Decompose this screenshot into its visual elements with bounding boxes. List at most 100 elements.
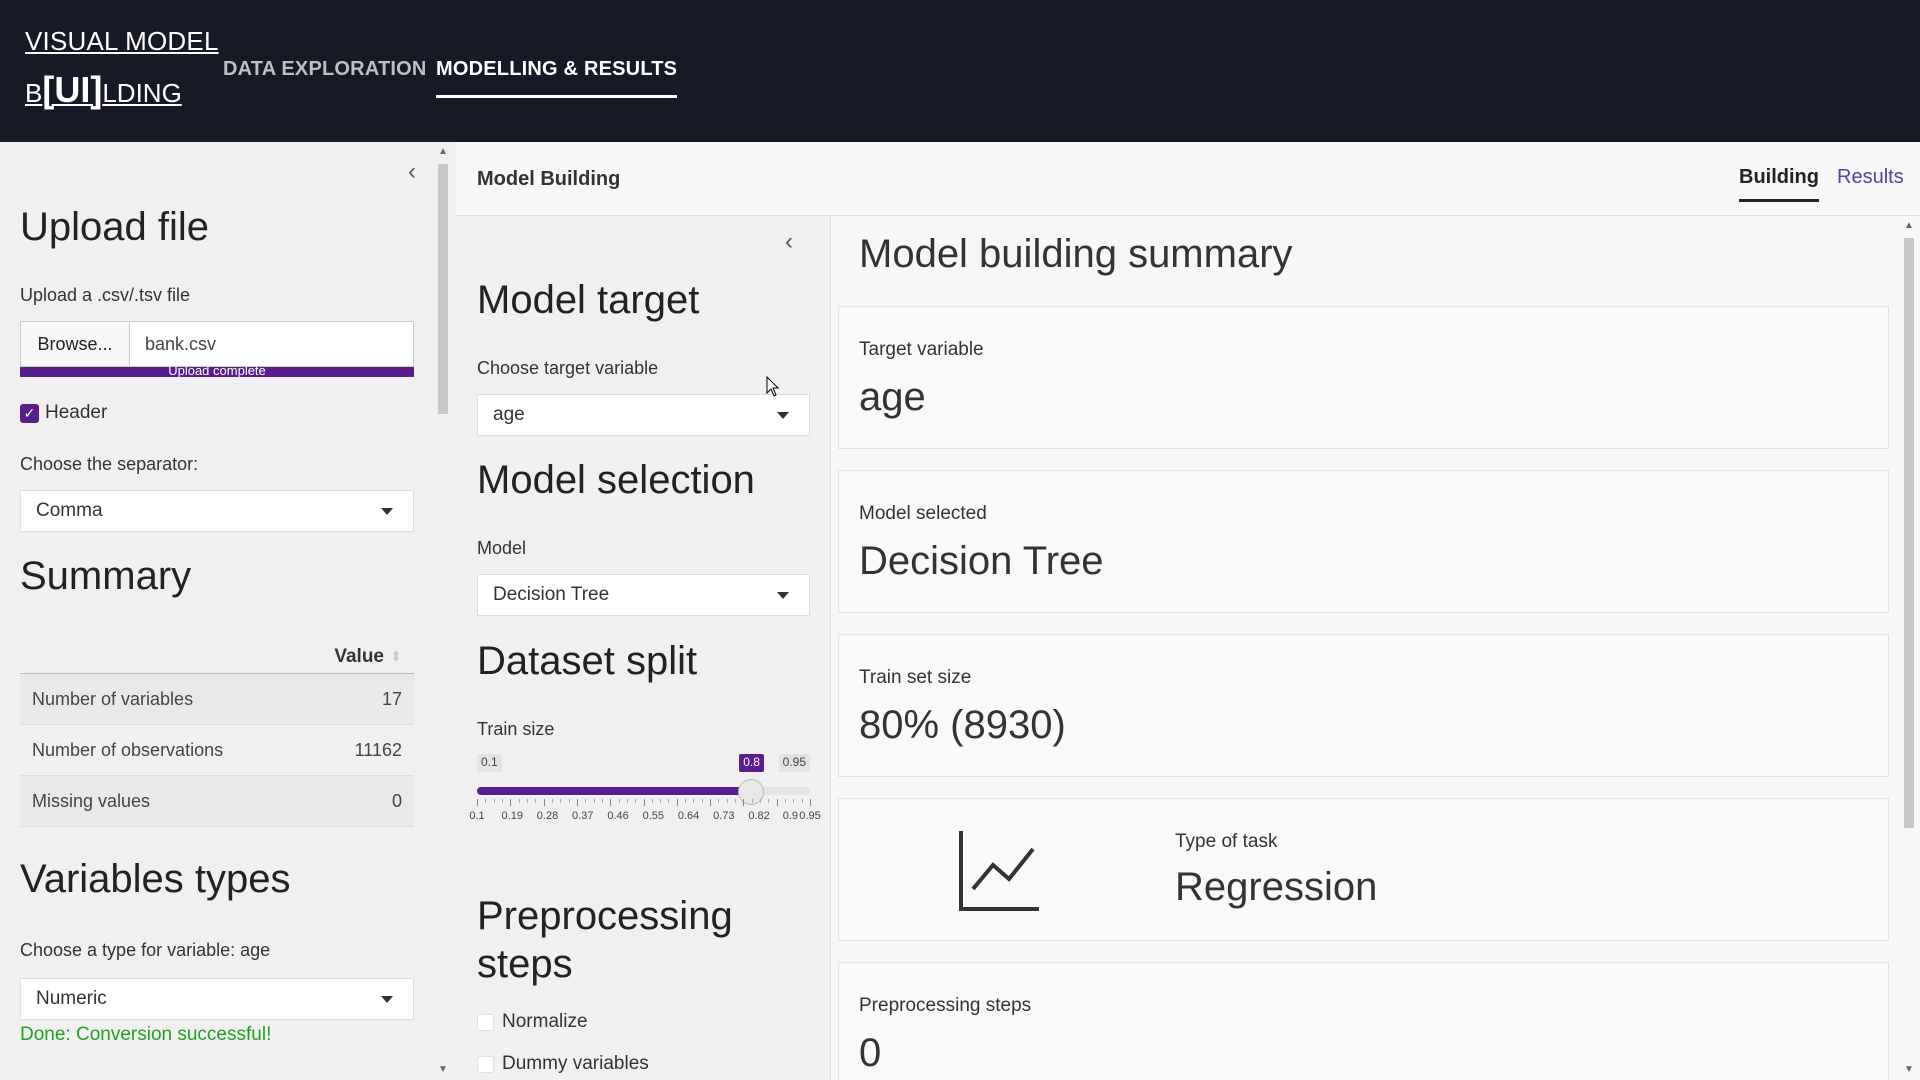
train-size-slider[interactable]: 0.1 0.8 0.95 0.1 0.19 0.28 0.37 0.46 0.55 0.64… <box>469 754 821 824</box>
target-variable-label: Choose target variable <box>477 358 659 378</box>
separator-label: Choose the separator: <box>20 454 199 474</box>
task-type-card: Type of task Regression <box>838 798 1889 941</box>
mouse-cursor-icon <box>766 376 780 397</box>
upload-label: Upload a .csv/.tsv file <box>20 285 191 305</box>
slider-tick <box>768 799 770 803</box>
main-header: Model Building Building Results <box>456 142 1920 216</box>
separator-select[interactable]: Comma <box>20 490 414 532</box>
tab-results[interactable]: Results <box>1837 166 1904 189</box>
card-label: Preprocessing steps <box>859 995 1032 1016</box>
value-column-header[interactable]: Value <box>334 646 384 668</box>
scroll-up-arrow-icon[interactable]: ▲ <box>438 146 448 157</box>
slider-tick-label: 0.55 <box>642 810 664 822</box>
row-value: 17 <box>381 689 402 709</box>
slider-tick <box>660 799 662 803</box>
slider-tick-label: 0.1 <box>469 810 485 822</box>
slider-tick-label: 0.82 <box>748 810 770 822</box>
variable-type-label: Choose a type for variable: age <box>20 940 271 960</box>
slider-tick-label: 0.28 <box>536 810 559 822</box>
model-select[interactable]: Decision Tree <box>477 574 810 616</box>
row-key: Missing values <box>32 791 151 811</box>
header-checkbox-label: Header <box>45 402 108 423</box>
brand-logo[interactable]: VISUAL MODEL B[UI]LDING <box>25 26 219 111</box>
caret-down-icon <box>381 996 393 1003</box>
collapse-sidebar-chevron-left-icon[interactable]: ‹ <box>408 158 416 186</box>
slider-tick <box>518 799 520 803</box>
slider-tick <box>626 799 628 803</box>
sidebar-scrollbar[interactable]: ▲ ▼ <box>434 142 452 1080</box>
upload-file-heading: Upload file <box>20 205 210 249</box>
card-value: Decision Tree <box>859 539 1104 583</box>
dummy-variables-checkbox-row[interactable]: Dummy variables <box>477 1053 649 1075</box>
scroll-down-arrow-icon[interactable]: ▼ <box>438 1064 448 1075</box>
model-selected-card: Model selected Decision Tree <box>838 470 1889 613</box>
header-checkbox[interactable]: ✓ <box>20 403 39 423</box>
slider-tick <box>493 799 495 803</box>
card-label: Model selected <box>859 503 987 524</box>
dummy-variables-label: Dummy variables <box>502 1053 649 1074</box>
slider-tick <box>568 799 570 803</box>
target-variable-select[interactable]: age <box>477 394 810 436</box>
slider-tick <box>810 799 811 806</box>
main-panel: Model Building Building Results ‹ Model … <box>456 142 1920 1080</box>
train-set-size-card: Train set size 80% (8930) <box>838 634 1889 777</box>
dummy-variables-checkbox[interactable] <box>477 1055 494 1073</box>
sidebar-scroll-thumb[interactable] <box>438 164 448 414</box>
slider-tick <box>543 799 545 806</box>
top-navbar: VISUAL MODEL B[UI]LDING DATA EXPLORATION… <box>0 0 1920 142</box>
main-scrollbar[interactable]: ▲ ▼ <box>1900 216 1918 1080</box>
card-label: Train set size <box>859 667 972 688</box>
main-scroll-thumb[interactable] <box>1904 238 1914 828</box>
variable-type-select[interactable]: Numeric <box>20 978 414 1020</box>
upload-progress-bar: Upload complete <box>20 367 414 377</box>
card-value: 80% (8930) <box>859 703 1066 747</box>
normalize-checkbox-row[interactable]: Normalize <box>477 1011 588 1033</box>
slider-tick <box>735 799 737 803</box>
row-value: 0 <box>391 791 402 811</box>
nav-tab-data-exploration[interactable]: DATA EXPLORATION <box>223 58 427 95</box>
table-row: Number of observations 11162 <box>20 725 414 776</box>
slider-value-label: 0.8 <box>739 754 764 772</box>
slider-tick <box>760 799 762 803</box>
slider-tick <box>710 799 712 806</box>
model-summary-panel: Model building summary Target variable a… <box>831 216 1920 1080</box>
card-label: Target variable <box>859 339 984 360</box>
collapse-controls-chevron-left-icon[interactable]: ‹ <box>785 228 793 256</box>
variables-types-heading: Variables types <box>20 857 291 901</box>
slider-tick <box>651 799 653 803</box>
slider-tick <box>501 799 503 803</box>
caret-down-icon <box>777 592 789 599</box>
tab-building[interactable]: Building <box>1739 166 1819 202</box>
nav-tab-modelling-results[interactable]: MODELLING & RESULTS <box>436 58 678 98</box>
header-checkbox-row[interactable]: ✓ Header <box>20 402 107 424</box>
slider-tick <box>643 799 645 806</box>
browse-button[interactable]: Browse... <box>21 322 130 366</box>
slider-tick <box>526 799 528 803</box>
slider-min-label: 0.1 <box>477 754 502 772</box>
file-upload-field: Browse... bank.csv <box>20 321 414 367</box>
slider-tick <box>477 799 478 806</box>
slider-tick-label: 0.9 <box>782 810 799 822</box>
target-variable-card: Target variable age <box>838 306 1889 449</box>
slider-tick <box>718 799 720 803</box>
slider-tick-label: 0.73 <box>713 810 735 822</box>
table-row: Number of variables 17 <box>20 674 414 725</box>
slider-tick <box>701 799 703 803</box>
uploaded-file-name: bank.csv <box>145 334 217 354</box>
sort-icon[interactable]: ⬍ <box>390 648 402 665</box>
table-row: Missing values 0 <box>20 776 414 827</box>
slider-tick <box>668 799 670 803</box>
scroll-up-arrow-icon[interactable]: ▲ <box>1904 220 1914 231</box>
upload-status-text: Upload complete <box>168 367 266 377</box>
preprocessing-steps-card: Preprocessing steps 0 <box>838 962 1889 1080</box>
scroll-down-arrow-icon[interactable]: ▼ <box>1904 1064 1914 1075</box>
line-chart-icon <box>959 831 1039 911</box>
normalize-checkbox[interactable] <box>477 1013 494 1031</box>
brand-line-2: B[UI]LDING <box>25 69 182 110</box>
row-key: Number of variables <box>32 689 194 709</box>
slider-tick <box>776 799 778 806</box>
slider-tick-label: 0.19 <box>501 810 523 822</box>
slider-tick <box>485 799 487 803</box>
summary-heading: Summary <box>20 554 192 598</box>
slider-tick <box>801 799 803 803</box>
